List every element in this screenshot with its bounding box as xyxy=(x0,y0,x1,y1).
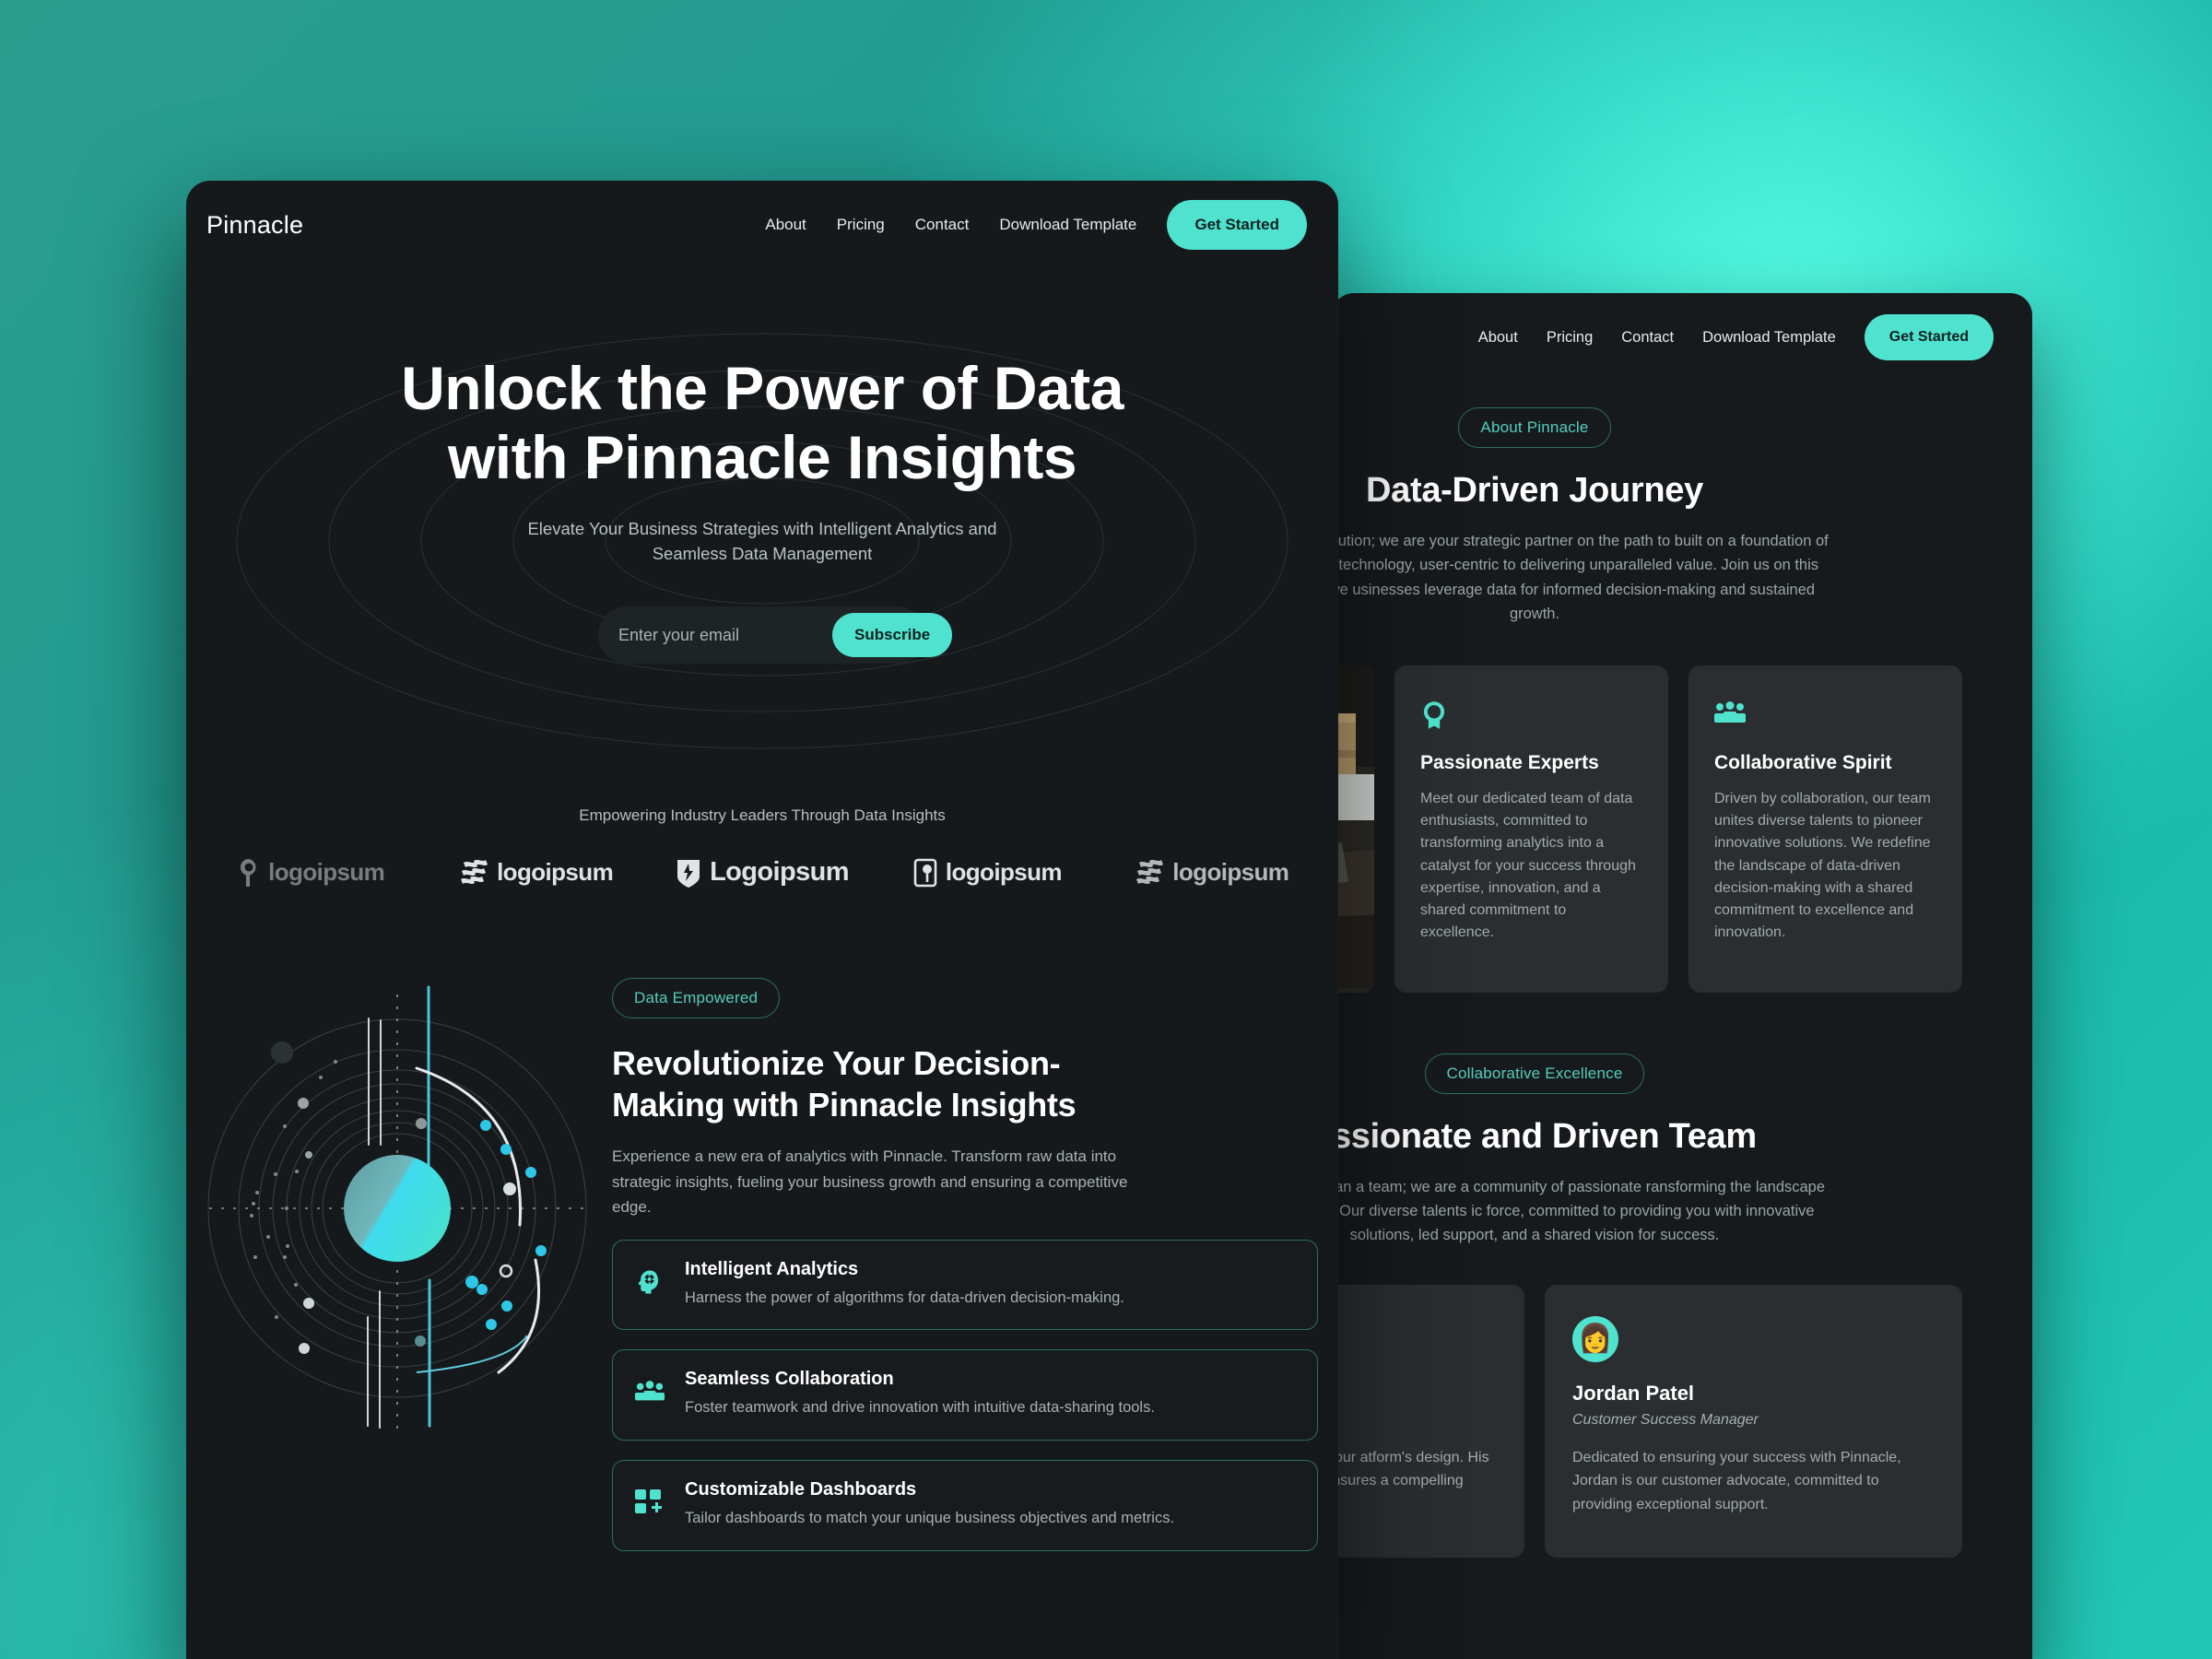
pin-mark-icon xyxy=(241,858,256,887)
subscribe-form: Subscribe xyxy=(598,606,953,665)
team-card: 👩 Jordan Patel Customer Success Manager … xyxy=(1545,1284,1962,1558)
front-nav-links: About Pricing Contact Download Template … xyxy=(765,200,1307,250)
back-nav-link-download-template[interactable]: Download Template xyxy=(1702,329,1836,347)
hero-title: Unlock the Power of Data with Pinnacle I… xyxy=(186,354,1338,492)
back-nav-link-contact[interactable]: Contact xyxy=(1621,329,1674,347)
back-get-started-button[interactable]: Get Started xyxy=(1864,314,1994,360)
team-heading: assionate and Driven Team xyxy=(1332,1116,1757,1156)
logo-item: logoipsum xyxy=(424,858,649,887)
people-group-icon xyxy=(635,1380,666,1408)
about-pill: About Pinnacle xyxy=(1458,407,1611,448)
back-nav-links: About Pricing Contact Download Template … xyxy=(1478,314,1994,360)
feature-card-body: Seamless Collaboration Foster teamwork a… xyxy=(685,1369,1295,1419)
logo-item: logoipsum xyxy=(199,858,424,887)
team-member-bio: ex is the creative force behind our atfo… xyxy=(1332,1449,1489,1489)
feature-card-title: Seamless Collaboration xyxy=(685,1369,894,1390)
hero-subtitle: Elevate Your Business Strategies with In… xyxy=(527,519,997,564)
logos-section: Empowering Industry Leaders Through Data… xyxy=(186,806,1338,888)
hero-title-line-2: with Pinnacle Insights xyxy=(447,423,1077,492)
team-card: 🧑 ex Turner ad UX Designer ex is the cre… xyxy=(1332,1284,1524,1558)
team-member-role: Customer Success Manager xyxy=(1572,1411,1759,1428)
team-paragraph: e are more than a team; we are a communi… xyxy=(1332,1178,1826,1244)
back-navbar: About Pricing Contact Download Template … xyxy=(1332,293,2032,382)
brand-logo[interactable]: Pinnacle xyxy=(206,211,303,240)
brain-gear-icon xyxy=(635,1268,666,1300)
logos-caption: Empowering Industry Leaders Through Data… xyxy=(579,806,946,825)
orbital-data-visualization xyxy=(207,985,587,1438)
team-member-role: ad UX Designer xyxy=(1332,1412,1497,1429)
feature-card-title: Intelligent Analytics xyxy=(685,1258,859,1279)
logo-label: logoipsum xyxy=(497,858,614,887)
feature-card-body: Intelligent Analytics Harness the power … xyxy=(685,1259,1295,1310)
feature-heading-line-2: Making with Pinnacle Insights xyxy=(612,1086,1077,1124)
home-page-panel: Pinnacle About Pricing Contact Download … xyxy=(186,181,1338,1659)
nav-link-contact[interactable]: Contact xyxy=(915,216,970,234)
nav-link-about[interactable]: About xyxy=(765,216,806,234)
waves-mark-icon xyxy=(1136,859,1164,884)
logo-item: Logoipsum xyxy=(650,857,875,888)
feature-paragraph: Experience a new era of analytics with P… xyxy=(612,1147,1128,1217)
nav-link-pricing[interactable]: Pricing xyxy=(837,216,885,234)
dashboard-grid-plus-icon xyxy=(635,1489,666,1520)
nav-link-download-template[interactable]: Download Template xyxy=(999,216,1136,234)
data-empowered-pill: Data Empowered xyxy=(612,978,781,1019)
orbital-visual-column xyxy=(206,967,603,1551)
feature-card-body: Customizable Dashboards Tailor dashboard… xyxy=(685,1479,1295,1530)
team-member-bio: Dedicated to ensuring your success with … xyxy=(1572,1449,1901,1512)
back-nav-link-pricing[interactable]: Pricing xyxy=(1547,329,1593,347)
hero-section: Unlock the Power of Data with Pinnacle I… xyxy=(186,269,1338,749)
about-cards-row: Passionate Experts Meet our dedicated te… xyxy=(1332,665,1983,993)
about-paragraph: technology solution; we are your strateg… xyxy=(1332,533,1829,623)
feature-card-title: Customizable Dashboards xyxy=(685,1479,917,1500)
feature-card-intelligent-analytics[interactable]: Intelligent Analytics Harness the power … xyxy=(612,1239,1318,1331)
feature-card-seamless-collaboration[interactable]: Seamless Collaboration Foster teamwork a… xyxy=(612,1349,1318,1441)
team-member-name: ex Turner xyxy=(1332,1382,1497,1406)
about-page-content: About Pricing Contact Download Template … xyxy=(1332,293,2032,1659)
team-section: Collaborative Excellence assionate and D… xyxy=(1332,1053,2032,1558)
hero-title-line-1: Unlock the Power of Data xyxy=(401,354,1124,422)
feature-card-desc: Foster teamwork and drive innovation wit… xyxy=(685,1399,1155,1417)
people-group-icon xyxy=(1714,700,1936,732)
team-member-name: Jordan Patel xyxy=(1572,1381,1695,1405)
feature-card-desc: Tailor dashboards to match your unique b… xyxy=(685,1510,1175,1527)
logos-row: logoipsum logoipsum Logoipsum logoipsum … xyxy=(186,857,1338,888)
about-page-panel: About Pricing Contact Download Template … xyxy=(1332,293,2032,1659)
feature-card-desc: Harness the power of algorithms for data… xyxy=(685,1288,1124,1306)
feature-card-customizable-dashboards[interactable]: Customizable Dashboards Tailor dashboard… xyxy=(612,1460,1318,1551)
get-started-button[interactable]: Get Started xyxy=(1167,200,1307,250)
logo-label: Logoipsum xyxy=(710,857,849,888)
logo-label: logoipsum xyxy=(1172,858,1289,887)
logo-item: logoipsum xyxy=(875,858,1100,888)
email-input[interactable] xyxy=(618,625,832,645)
feature-heading-line-1: Revolutionize Your Decision- xyxy=(612,1044,1061,1083)
team-cards-row: 🧑 ex Turner ad UX Designer ex is the cre… xyxy=(1332,1284,1983,1558)
about-card-title: Collaborative Spirit xyxy=(1714,751,1892,773)
feature-section: Data Empowered Revolutionize Your Decisi… xyxy=(186,967,1338,1606)
about-card-title: Passionate Experts xyxy=(1420,751,1599,773)
about-card-desc: Driven by collaboration, our team unites… xyxy=(1714,790,1931,941)
about-card-collaborative-spirit: Collaborative Spirit Driven by collabora… xyxy=(1688,665,1962,993)
logo-label: logoipsum xyxy=(268,858,385,887)
shield-mark-icon xyxy=(677,859,700,888)
logo-label: logoipsum xyxy=(945,858,1063,887)
avatar: 👩 xyxy=(1572,1315,1618,1362)
about-heading: Data-Driven Journey xyxy=(1366,471,1703,510)
team-pill: Collaborative Excellence xyxy=(1424,1053,1645,1094)
feature-text-column: Data Empowered Revolutionize Your Decisi… xyxy=(612,967,1318,1551)
feature-heading: Revolutionize Your Decision- Making with… xyxy=(612,1042,1318,1125)
about-card-passionate-experts: Passionate Experts Meet our dedicated te… xyxy=(1394,665,1668,993)
front-navbar: Pinnacle About Pricing Contact Download … xyxy=(186,181,1338,269)
award-badge-icon xyxy=(1420,700,1642,732)
subscribe-button[interactable]: Subscribe xyxy=(832,613,953,658)
section-divider xyxy=(1332,993,2032,1053)
waves-mark-icon xyxy=(461,859,488,884)
about-section: About Pinnacle Data-Driven Journey techn… xyxy=(1332,407,2032,993)
back-nav-link-about[interactable]: About xyxy=(1478,329,1518,347)
frame-mark-icon xyxy=(913,858,937,887)
about-card-desc: Meet our dedicated team of data enthusia… xyxy=(1420,790,1636,941)
logo-item: logoipsum xyxy=(1100,858,1325,887)
